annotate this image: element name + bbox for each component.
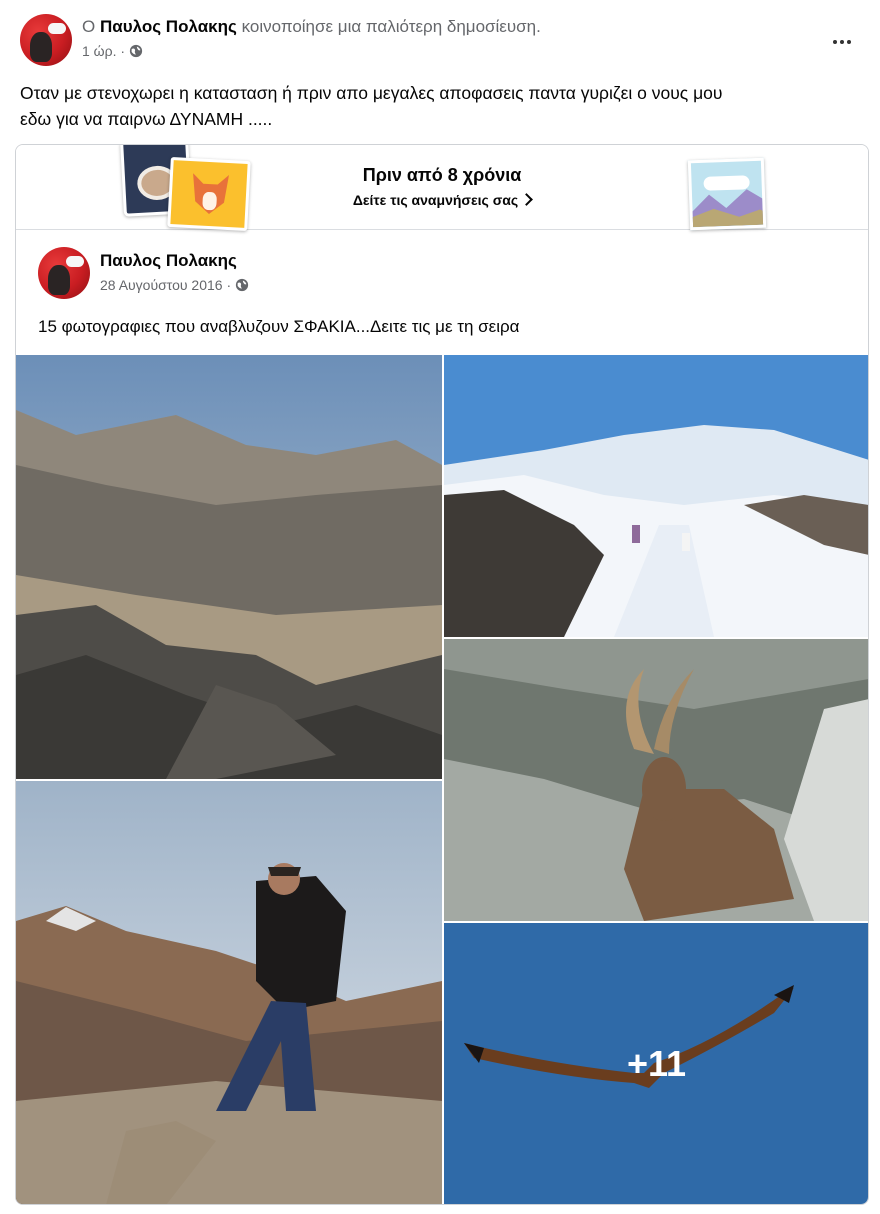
photo-rocky-valley[interactable] bbox=[16, 355, 442, 779]
share-header-text: Ο Παυλος Πολακης κοινοποίησε μια παλιότε… bbox=[82, 17, 541, 37]
share-prefix: Ο bbox=[82, 17, 96, 36]
shared-post-meta: 28 Αυγούστου 2016 · bbox=[100, 277, 249, 293]
share-action-text: κοινοποίησε μια παλιότερη δημοσίευση. bbox=[241, 17, 541, 36]
post-timestamp-link[interactable]: 1 ώρ. · bbox=[82, 43, 125, 59]
see-memories-label: Δείτε τις αναμνήσεις σας bbox=[352, 192, 519, 208]
shared-date-link[interactable]: 28 Αυγούστου 2016 · bbox=[100, 277, 231, 293]
memory-banner[interactable]: Πριν από 8 χρόνια Δείτε τις αναμνήσεις σ… bbox=[16, 145, 868, 232]
author-name-link[interactable]: Παυλος Πολακης bbox=[100, 17, 237, 36]
post-text-line-2: εδω για να παιρνω ΔΥΝΑΜΗ ..... bbox=[20, 109, 273, 129]
post-text-line-1: Οταν με στενοχωρει η κατασταση ή πριν απ… bbox=[20, 83, 723, 103]
photo-ibex[interactable] bbox=[444, 639, 868, 921]
post-header: Ο Παυλος Πολακης κοινοποίησε μια παλιότε… bbox=[20, 14, 860, 66]
shared-post-header: Παυλος Πολακης 28 Αυγούστου 2016 · bbox=[38, 247, 848, 299]
memory-card: Πριν από 8 χρόνια Δείτε τις αναμνήσεις σ… bbox=[15, 144, 869, 1205]
globe-icon bbox=[235, 278, 249, 292]
landscape-illustration-icon bbox=[687, 157, 767, 231]
photo-man-on-mountain[interactable] bbox=[16, 781, 442, 1204]
globe-icon bbox=[129, 44, 143, 58]
chevron-right-icon bbox=[520, 193, 534, 206]
more-photos-overlay[interactable]: +11 bbox=[444, 923, 868, 1204]
more-options-button[interactable] bbox=[824, 24, 860, 60]
photo-snowy-path[interactable] bbox=[444, 355, 868, 637]
shared-author-name-link[interactable]: Παυλος Πολακης bbox=[100, 251, 237, 271]
more-options-icon bbox=[833, 40, 837, 44]
post-meta: 1 ώρ. · bbox=[82, 43, 143, 59]
shared-avatar[interactable] bbox=[38, 247, 90, 299]
photo-vulture-more[interactable]: +11 bbox=[444, 923, 868, 1204]
post-body-text: Οταν με στενοχωρει η κατασταση ή πριν απ… bbox=[20, 80, 850, 132]
shared-post-text: 15 φωτογραφιες που αναβλυζουν ΣΦΑΚΙΑ...Δ… bbox=[38, 317, 520, 336]
avatar[interactable] bbox=[20, 14, 72, 66]
